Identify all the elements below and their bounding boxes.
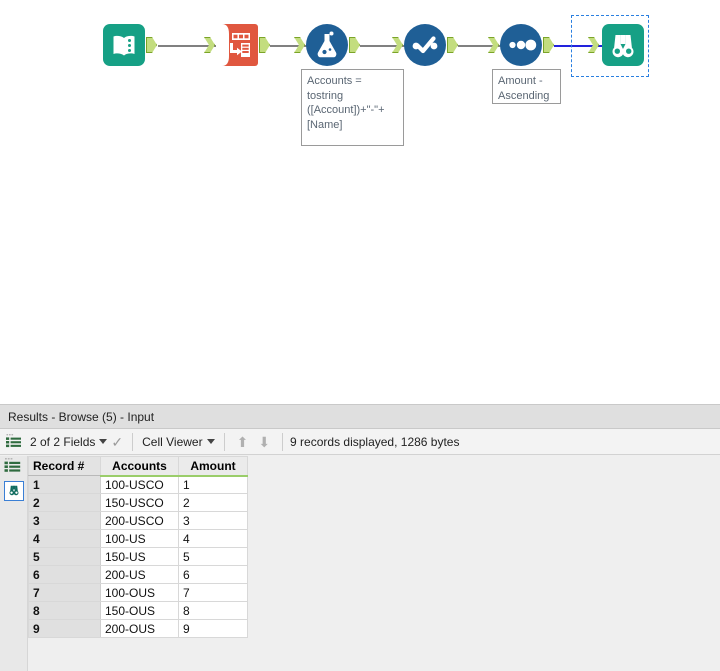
results-panel-title: Results - Browse (5) - Input [0, 405, 720, 429]
table-row[interactable]: 2 150-USCO 2 [28, 493, 248, 512]
cell-amount[interactable]: 9 [178, 619, 248, 638]
cell-amount[interactable]: 3 [178, 511, 248, 530]
table-row[interactable]: 7 100-OUS 7 [28, 583, 248, 602]
cell-accounts[interactable]: 100-US [100, 529, 179, 548]
cell-amount[interactable]: 6 [178, 565, 248, 584]
cell-amount[interactable]: 4 [178, 529, 248, 548]
grid-list-icon[interactable] [0, 434, 28, 449]
formula-annotation-line: Accounts = [307, 75, 362, 87]
table-row[interactable]: 4 100-US 4 [28, 529, 248, 548]
table-row[interactable]: 3 200-USCO 3 [28, 511, 248, 530]
book-icon [103, 24, 145, 66]
cell-accounts[interactable]: 200-USCO [100, 511, 179, 530]
record-status-text: 9 records displayed, 1286 bytes [290, 434, 460, 449]
table-row[interactable]: 5 150-US 5 [28, 547, 248, 566]
formula-annotation-line: tostring [307, 89, 344, 102]
table-body: 1 100-USCO 1 2 150-USCO 2 3 200-USCO 3 4… [28, 475, 248, 638]
cell-record: 6 [28, 565, 101, 584]
output-nub-sort[interactable] [543, 37, 554, 53]
table-row[interactable]: 6 200-US 6 [28, 565, 248, 584]
cell-amount[interactable]: 8 [178, 601, 248, 620]
cell-amount[interactable]: 5 [178, 547, 248, 566]
toolbar-divider [223, 432, 225, 451]
column-header-amount[interactable]: Amount [178, 456, 248, 477]
cell-accounts[interactable]: 150-USCO [100, 493, 179, 512]
tool-transpose[interactable] [204, 24, 270, 66]
cell-accounts[interactable]: 100-USCO [100, 475, 179, 494]
formula-annotation-line: [Name] [307, 118, 343, 131]
fields-dropdown[interactable]: 2 of 2 Fields ✓ [28, 435, 125, 449]
cell-record: 4 [28, 529, 101, 548]
cell-record: 3 [28, 511, 101, 530]
cell-viewer-label: Cell Viewer [142, 434, 203, 449]
cell-record: 2 [28, 493, 101, 512]
cell-amount[interactable]: 2 [178, 493, 248, 512]
fields-dropdown-label: 2 of 2 Fields [30, 434, 96, 449]
output-nub-transpose[interactable] [259, 37, 270, 53]
cell-viewer-dropdown[interactable]: Cell Viewer [140, 435, 216, 449]
checkmark-icon [404, 24, 446, 66]
tool-input-data[interactable] [103, 24, 157, 66]
sort-annotation: Amount - Ascending [492, 69, 561, 104]
sort-annotation-line: Ascending [498, 89, 550, 102]
cell-accounts[interactable]: 200-OUS [100, 619, 179, 638]
results-toolbar[interactable]: 2 of 2 Fields ✓ Cell Viewer ⬆ ⬇ 9 record… [0, 429, 720, 455]
workflow-canvas[interactable]: Accounts = tostring ([Account])+"-"+ [Na… [0, 0, 720, 404]
flask-icon [306, 24, 348, 66]
table-header-row: Record # Accounts Amount [28, 456, 248, 477]
column-header-accounts[interactable]: Accounts [100, 456, 179, 477]
formula-annotation-line: ([Account])+"-"+ [307, 104, 385, 116]
output-nub-formula[interactable] [349, 37, 360, 53]
cell-amount[interactable]: 7 [178, 583, 248, 602]
results-panel: Results - Browse (5) - Input 2 of 2 Fiel… [0, 404, 720, 671]
cell-accounts[interactable]: 100-OUS [100, 583, 179, 602]
tool-browse[interactable] [588, 24, 644, 66]
tool-sort[interactable] [488, 24, 554, 66]
results-table: Record # Accounts Amount 1 100-USCO 1 2 … [28, 456, 248, 638]
table-row[interactable]: 1 100-USCO 1 [28, 475, 248, 494]
chevron-down-icon[interactable] [99, 439, 108, 444]
table-row[interactable]: 9 200-OUS 9 [28, 619, 248, 638]
rail-grid-list-icon[interactable] [4, 458, 24, 478]
column-header-record[interactable]: Record # [28, 456, 101, 476]
results-data-grid[interactable]: Record # Accounts Amount 1 100-USCO 1 2 … [28, 456, 248, 638]
chevron-down-icon[interactable] [206, 439, 215, 444]
cell-accounts[interactable]: 150-US [100, 547, 179, 566]
cell-record: 5 [28, 547, 101, 566]
cell-accounts[interactable]: 150-OUS [100, 601, 179, 620]
cell-record: 8 [28, 601, 101, 620]
rail-binoculars-icon[interactable] [3, 481, 24, 501]
cell-record: 9 [28, 619, 101, 638]
alteryx-designer-window: Accounts = tostring ([Account])+"-"+ [Na… [0, 0, 720, 671]
cell-accounts[interactable]: 200-US [100, 565, 179, 584]
tool-formula[interactable] [294, 24, 360, 66]
output-nub-select[interactable] [447, 37, 458, 53]
tool-select[interactable] [392, 24, 458, 66]
cell-record: 7 [28, 583, 101, 602]
output-nub-input-data[interactable] [146, 37, 157, 53]
cell-record: 1 [28, 475, 101, 494]
table-row[interactable]: 8 150-OUS 8 [28, 601, 248, 620]
dots-icon [500, 24, 542, 66]
checkmark-icon[interactable]: ✓ [111, 435, 123, 449]
toolbar-divider [282, 432, 284, 451]
toolbar-divider [132, 432, 134, 451]
arrow-down-icon[interactable]: ⬇ [253, 435, 275, 449]
arrow-up-icon[interactable]: ⬆ [232, 435, 254, 449]
formula-annotation: Accounts = tostring ([Account])+"-"+ [Na… [301, 69, 404, 146]
sort-annotation-line: Amount - [498, 75, 543, 87]
transpose-icon [216, 24, 258, 66]
cell-amount[interactable]: 1 [178, 475, 248, 494]
binoculars-icon [602, 24, 644, 66]
results-side-rail[interactable] [0, 456, 28, 671]
